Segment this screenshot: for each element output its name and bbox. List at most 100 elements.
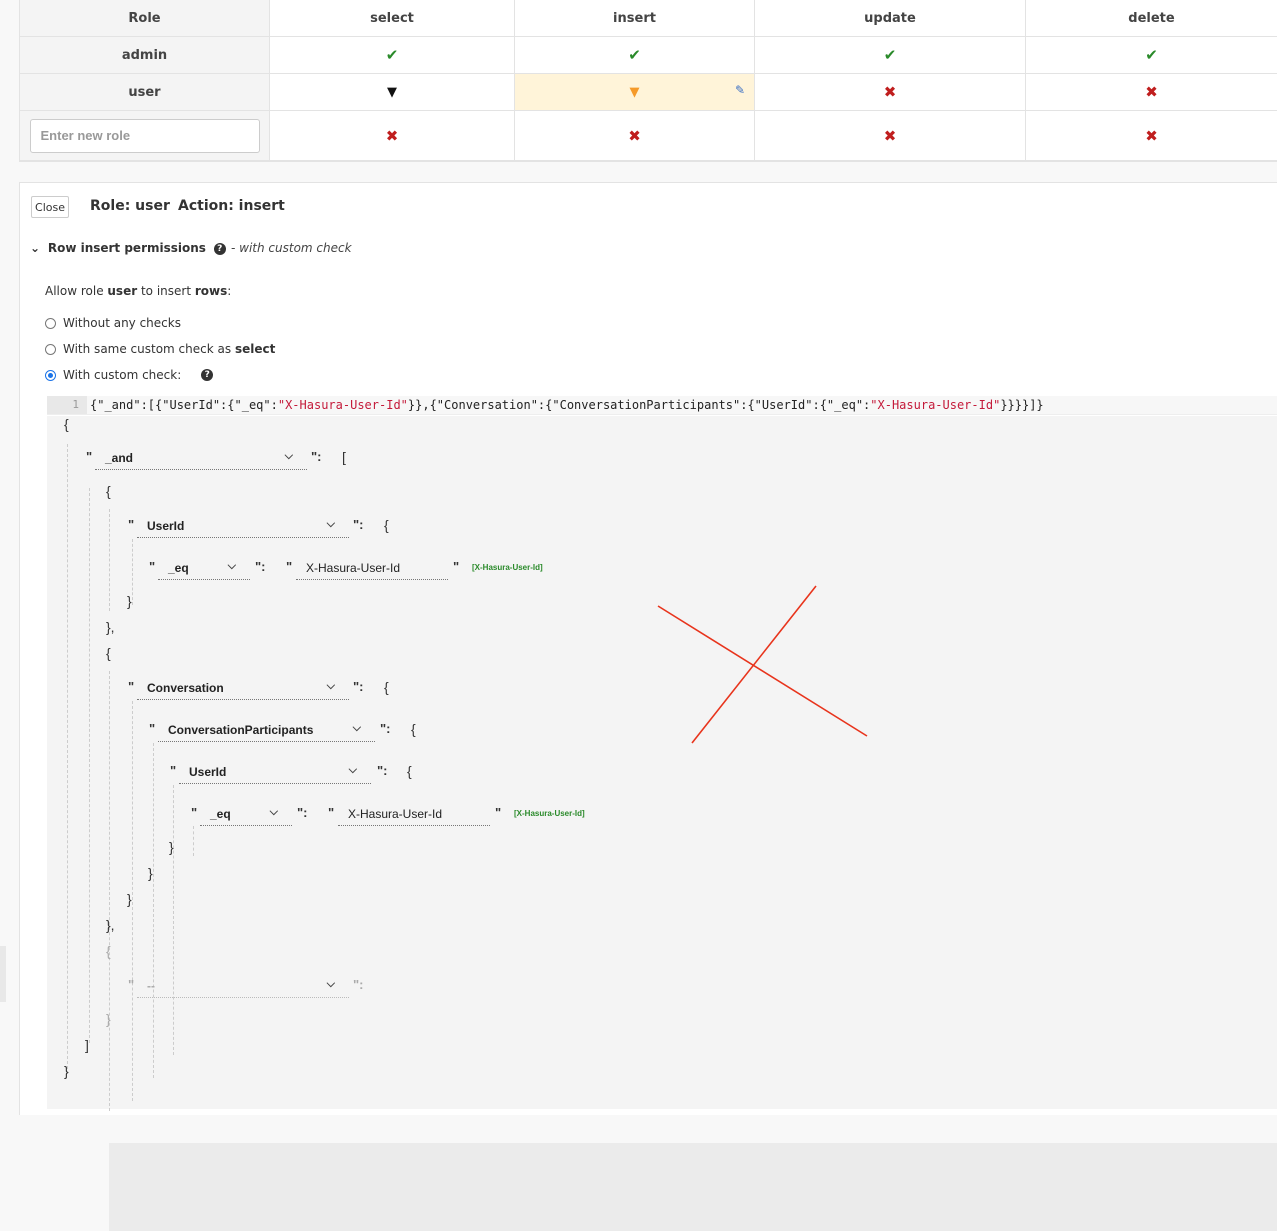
close-brace: }	[169, 839, 174, 855]
radio-same[interactable]	[45, 343, 56, 355]
admin-select-cell[interactable]: ✔	[270, 37, 515, 74]
key-select-userid[interactable]: UserId ⌵	[179, 763, 371, 784]
radio-without[interactable]	[45, 317, 56, 329]
new-insert-cell[interactable]: ✖	[515, 111, 755, 161]
new-update-cell[interactable]: ✖	[755, 111, 1026, 161]
admin-delete-cell[interactable]: ✔	[1026, 37, 1277, 74]
value-text: X-Hasura-User-Id	[306, 561, 401, 575]
code-segment: }}}}]}	[1000, 398, 1044, 412]
key-label: _eq	[210, 807, 231, 821]
new-delete-cell[interactable]: ✖	[1026, 111, 1277, 161]
cross-icon: ✖	[1145, 83, 1158, 101]
new-role-cell	[20, 111, 270, 161]
allow-mid: to insert	[137, 284, 195, 298]
root-close-brace: }	[64, 1063, 69, 1079]
option-custom-check[interactable]: With custom check: ?	[45, 368, 214, 382]
check-icon: ✔	[385, 46, 399, 64]
cross-icon: ✖	[883, 83, 897, 101]
option-same-as-select[interactable]: With same custom check as select	[45, 342, 275, 356]
close-brace: }	[127, 891, 132, 907]
user-delete-cell[interactable]: ✖	[1026, 74, 1277, 111]
colon: ":	[353, 977, 364, 992]
close-bracket: ]	[85, 1037, 89, 1053]
key-placeholder: --	[147, 979, 155, 993]
code-segment: }},{"Conversation":{"ConversationPartici…	[407, 398, 871, 412]
role-title: Role: user	[90, 198, 170, 214]
pencil-icon[interactable]: ✎	[735, 83, 745, 97]
allow-rows: rows	[194, 284, 228, 298]
help-icon[interactable]: ?	[213, 242, 226, 255]
quote: "	[328, 805, 335, 820]
session-variable-tag[interactable]: [X-Hasura-User-Id]	[472, 563, 543, 572]
key-label: _and	[105, 451, 134, 465]
value-input[interactable]: X-Hasura-User-Id	[296, 559, 448, 580]
guide-line	[109, 671, 110, 1111]
user-insert-cell[interactable]: ▼ ✎	[515, 74, 755, 111]
user-update-cell[interactable]: ✖	[755, 74, 1026, 111]
code-string: "X-Hasura-User-Id"	[277, 398, 408, 412]
key-label: ConversationParticipants	[168, 723, 314, 737]
colon: ":	[377, 763, 388, 778]
colon: ":	[353, 517, 364, 532]
key-select-eq[interactable]: _eq ⌵	[158, 559, 250, 580]
colon: ":	[255, 559, 266, 574]
option-custom-label: With custom check:	[63, 368, 182, 382]
open-brace: {	[106, 483, 111, 499]
guide-line	[132, 539, 133, 605]
radio-custom[interactable]	[45, 369, 56, 381]
guide-line	[109, 509, 110, 611]
chevron-down-icon: ⌄	[30, 241, 41, 255]
key-select-eq[interactable]: _eq ⌵	[200, 805, 292, 826]
key-label: _eq	[168, 561, 189, 575]
chevron-down-icon: ⌵	[326, 518, 335, 530]
colon: ":	[297, 805, 308, 820]
table-row-admin: admin ✔ ✔ ✔ ✔	[20, 37, 1277, 74]
close-button[interactable]: Close	[31, 196, 69, 218]
cross-icon: ✖	[883, 126, 897, 145]
open-brace: {	[384, 517, 389, 533]
chevron-down-icon: ⌵	[352, 722, 361, 734]
key-select-new[interactable]: -- ⌵	[137, 977, 349, 998]
cross-icon: ✖	[628, 126, 641, 145]
quote: "	[453, 559, 460, 574]
quote: "	[286, 559, 293, 574]
role-name-user: user	[20, 74, 270, 111]
quote: "	[128, 977, 135, 992]
code-editor[interactable]: 1 {"_and":[{"UserId":{"_eq":"X-Hasura-Us…	[47, 396, 1277, 415]
close-brace: }	[148, 865, 153, 881]
header-update: update	[755, 0, 1026, 37]
guide-line	[67, 444, 68, 1074]
section-toggle[interactable]: ⌄ Row insert permissions ?	[30, 241, 226, 255]
guide-line	[153, 743, 154, 1078]
help-icon[interactable]: ?	[201, 369, 214, 381]
role-name-admin: admin	[20, 37, 270, 74]
table-row-new-role: ✖ ✖ ✖ ✖	[20, 111, 1277, 161]
section-title: Row insert permissions	[47, 241, 206, 255]
chevron-down-icon: ⌵	[326, 680, 335, 692]
close-brace: }	[106, 1011, 111, 1027]
value-input[interactable]: X-Hasura-User-Id	[338, 805, 490, 826]
key-select-and[interactable]: _and ⌵	[95, 449, 307, 470]
option-without-checks[interactable]: Without any checks	[45, 316, 181, 330]
key-select-conversation[interactable]: Conversation ⌵	[137, 679, 349, 700]
session-variable-tag[interactable]: [X-Hasura-User-Id]	[514, 809, 585, 818]
open-brace: {	[384, 679, 389, 695]
check-icon: ✔	[1145, 46, 1158, 64]
admin-insert-cell[interactable]: ✔	[515, 37, 755, 74]
key-select-userid[interactable]: UserId ⌵	[137, 517, 349, 538]
allow-suffix: :	[227, 284, 232, 298]
user-select-cell[interactable]: ▼	[270, 74, 515, 111]
close-brace: }	[127, 593, 132, 609]
admin-update-cell[interactable]: ✔	[755, 37, 1026, 74]
new-select-cell[interactable]: ✖	[270, 111, 515, 161]
guide-line	[173, 785, 174, 1055]
permissions-table: Role select insert update delete admin ✔…	[19, 0, 1277, 162]
filter-icon: ▼	[629, 84, 640, 100]
table-header-row: Role select insert update delete	[20, 0, 1277, 37]
key-select-participants[interactable]: ConversationParticipants ⌵	[158, 721, 375, 742]
code-text[interactable]: {"_and":[{"UserId":{"_eq":"X-Hasura-User…	[90, 396, 1044, 414]
new-role-input[interactable]	[29, 118, 260, 153]
quote: "	[128, 517, 135, 532]
chevron-down-icon: ⌵	[326, 978, 335, 990]
guide-line	[89, 488, 90, 1043]
